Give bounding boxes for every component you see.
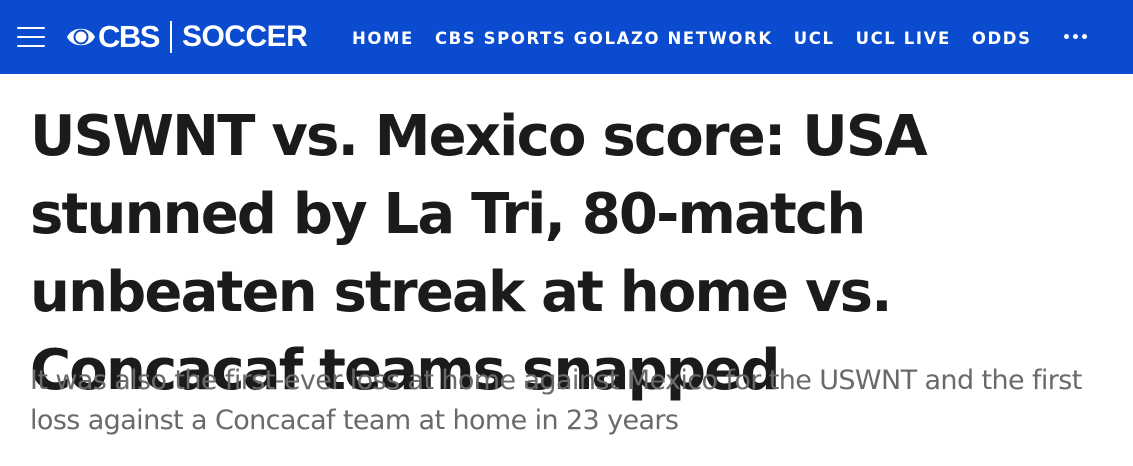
logo-divider — [169, 21, 172, 53]
nav-item-home[interactable]: HOME — [352, 29, 414, 48]
cbs-soccer-logo[interactable]: CBS SOCCER — [66, 19, 308, 55]
dot — [1073, 34, 1078, 39]
logo-section-text: SOCCER — [181, 20, 308, 53]
nav-item-ucl-live[interactable]: UCL LIVE — [856, 29, 951, 48]
menu-line — [17, 45, 45, 47]
dot — [1082, 34, 1087, 39]
dot — [1064, 34, 1069, 39]
hamburger-menu-icon[interactable] — [17, 27, 45, 47]
nav-item-odds[interactable]: ODDS — [972, 29, 1032, 48]
menu-line — [17, 36, 45, 38]
more-horizontal-icon[interactable] — [1064, 34, 1088, 40]
main-nav: HOME CBS SPORTS GOLAZO NETWORK UCL UCL L… — [352, 26, 1053, 50]
top-navigation-bar: CBS SOCCER HOME CBS SPORTS GOLAZO NETWOR… — [0, 0, 1133, 74]
nav-item-ucl[interactable]: UCL — [794, 29, 835, 48]
cbs-eye-icon — [67, 28, 95, 46]
nav-item-golazo-network[interactable]: CBS SPORTS GOLAZO NETWORK — [435, 29, 773, 48]
article-dek: It was also the first-ever loss at home … — [30, 365, 1082, 436]
logo-brand-text: CBS — [98, 19, 160, 54]
menu-line — [17, 27, 45, 29]
